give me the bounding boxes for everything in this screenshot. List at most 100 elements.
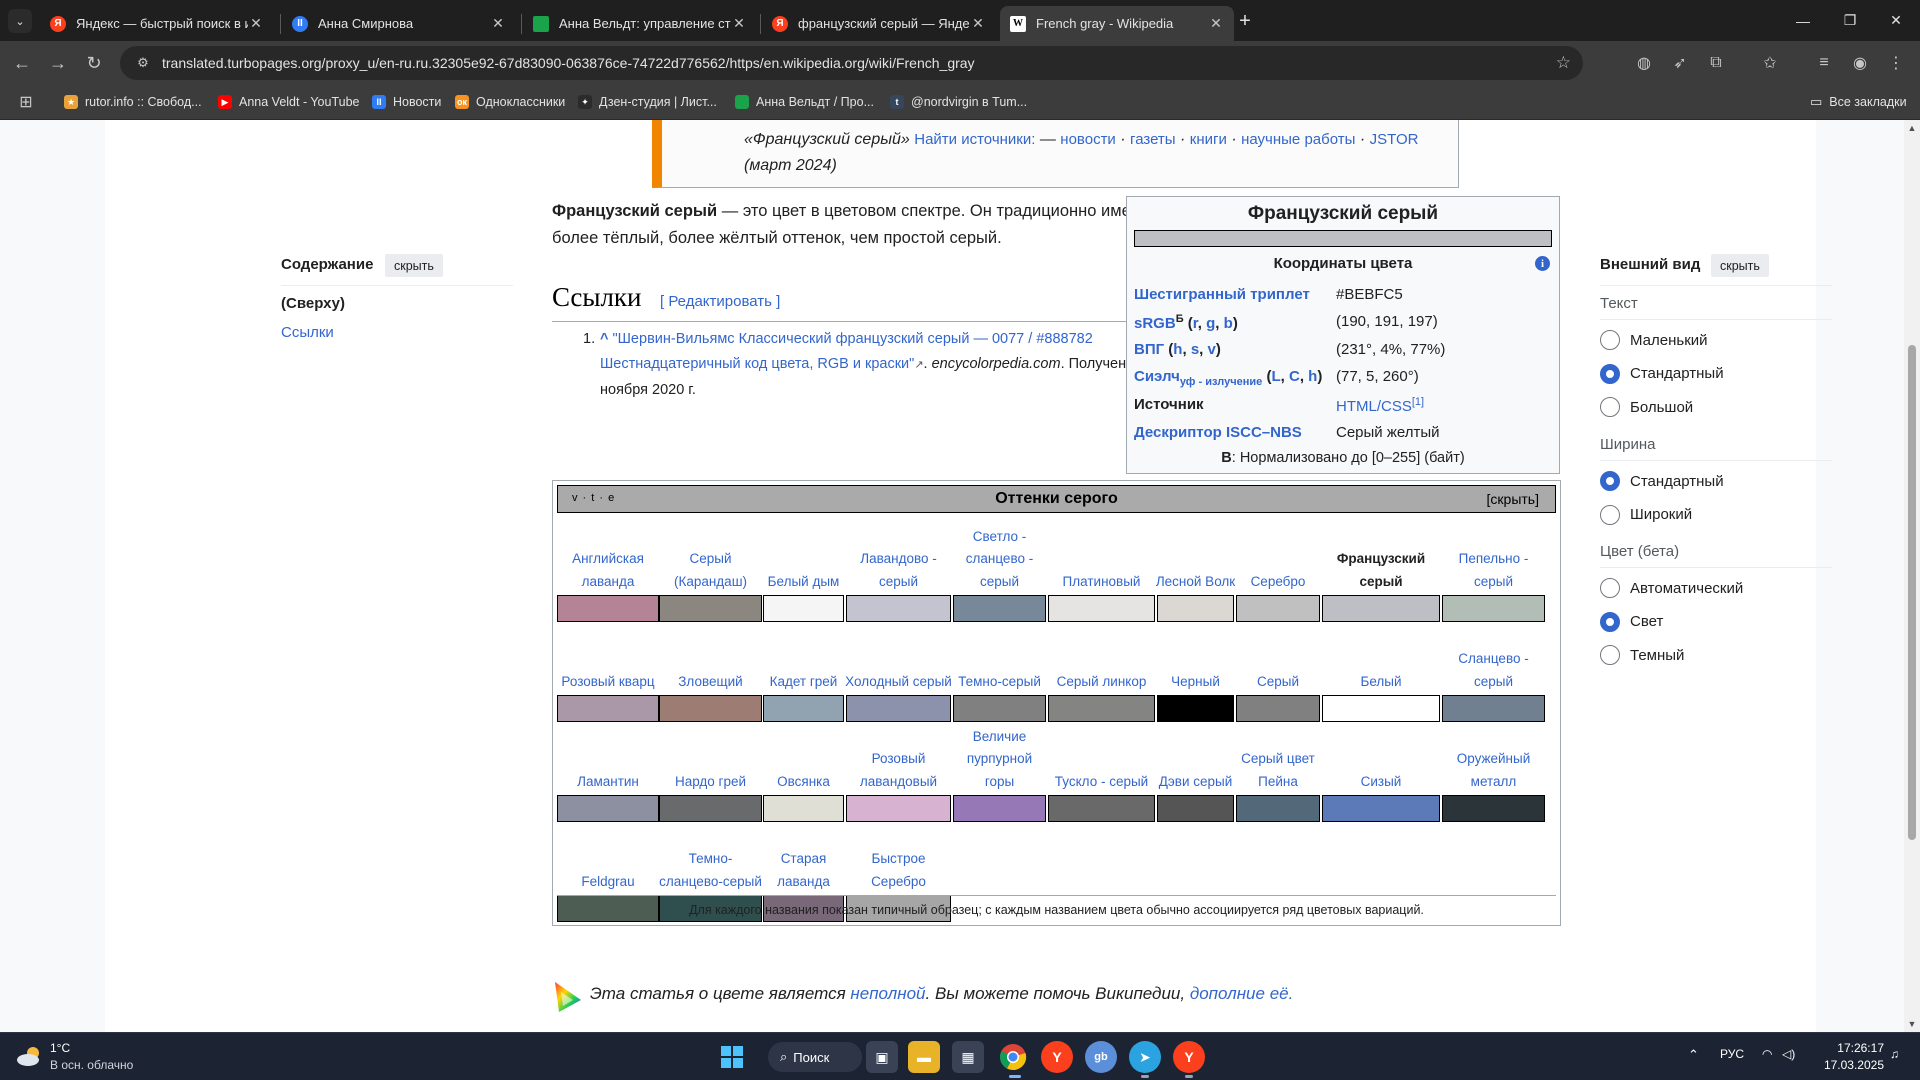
infobox-coord-link[interactable]: g [1206,315,1215,332]
navbox-color-link[interactable]: Холодный серый [844,625,953,693]
navbox-hide-button[interactable]: [скрыть] [1487,491,1539,507]
all-bookmarks-button[interactable]: ▭ Все закладки [1810,92,1907,112]
navbox-color-link[interactable]: Серый цвет Пейна [1234,725,1322,793]
notice-source-link[interactable]: газеты [1130,131,1176,148]
browser-tab[interactable]: Яфранцузский серый — Яндекс ✕ [762,6,996,41]
navbox-color-link[interactable]: Пепельно - серый [1440,525,1547,593]
appearance-option[interactable]: Темный [1600,644,1684,666]
bookmark-item[interactable]: ✦ Дзен-студия | Лист... [578,92,717,112]
toc-item-links[interactable]: Ссылки [281,324,334,341]
back-button[interactable]: ← [8,49,36,77]
navbox-color-link[interactable]: Сланцево - серый [1440,625,1547,693]
browser-tab[interactable]: Анна Вельдт: управление стра ✕ [523,6,757,41]
site-info-icon[interactable]: ⚙ [134,54,152,72]
radio-button[interactable] [1600,471,1620,491]
navbox-color-link[interactable]: Лесной Волк [1155,525,1236,593]
toc-hide-button[interactable]: скрыть [385,254,443,277]
appearance-option[interactable]: Автоматический [1600,577,1743,599]
close-tab-icon[interactable]: ✕ [1208,15,1224,32]
radio-button[interactable] [1600,330,1620,350]
appearance-option[interactable]: Маленький [1600,329,1708,351]
infobox-key-label[interactable]: Дескриптор ISCC–NBS [1134,424,1302,441]
close-tab-icon[interactable]: ✕ [970,15,986,32]
infobox-coord-link[interactable]: s [1191,341,1199,358]
store-button[interactable]: ▦ [952,1041,984,1073]
appearance-option[interactable]: Стандартный [1600,363,1724,385]
bookmark-item[interactable]: Анна Вельдт / Про... [735,92,874,112]
infobox-key-label[interactable]: ВПГ [1134,341,1164,358]
bookmark-item[interactable]: ок Одноклассники [455,92,565,112]
navbox-color-link[interactable]: Зловещий [657,625,764,693]
citation-link[interactable]: [1] [1412,396,1424,408]
ref-backlink[interactable]: ^ [600,331,608,347]
volume-icon[interactable]: ◁) [1782,1047,1795,1061]
infobox-key[interactable]: sRGBБ (r, g, b) [1134,313,1238,332]
navbox-color-link[interactable]: Серый [1234,625,1322,693]
tray-overflow-icon[interactable]: ⌃ [1688,1047,1699,1063]
browser-tab[interactable]: Я Яндекс — быстрый поиск в инт ✕ [40,6,274,41]
appearance-option[interactable]: Стандартный [1600,470,1724,492]
scrollbar-thumb[interactable] [1908,345,1916,840]
start-button[interactable] [716,1041,748,1073]
appearance-hide-button[interactable]: скрыть [1711,254,1769,277]
navbox-color-link[interactable]: Серебро [1234,525,1322,593]
infobox-coord-link[interactable]: b [1224,315,1233,332]
navbox-color-link[interactable]: Белый дым [761,525,846,593]
navbox-color-link[interactable]: Розовый кварц [555,625,661,693]
radio-button[interactable] [1600,504,1620,525]
navbox-color-link[interactable]: Нардо грей [657,725,764,793]
forward-button[interactable]: → [44,49,72,77]
profile-avatar-icon[interactable]: ◉ [1848,51,1872,75]
navbox-color-link[interactable]: Ламантин [555,725,661,793]
infobox-value-text[interactable]: HTML/CSS [1336,398,1412,415]
stub-incomplete-link[interactable]: неполной [850,984,925,1003]
reload-button[interactable]: ↻ [80,49,108,77]
scroll-down-icon[interactable]: ▼ [1904,1016,1920,1032]
navbox-color-link[interactable]: Розовый лавандовый [844,725,953,793]
bookmark-item[interactable]: ★ rutor.info :: Свобод... [64,92,202,112]
clock-time[interactable]: 17:26:17 [1824,1041,1884,1055]
navbox-color-link[interactable]: Feldgrau [555,825,661,893]
section-edit-link[interactable]: [ Редактировать ] [660,293,780,310]
url-text[interactable]: translated.turbopages.org/proxy_u/en-ru.… [162,55,975,71]
radio-button[interactable] [1600,578,1620,598]
navbox-color-link[interactable]: Кадет грей [761,625,846,693]
app-gb-button[interactable]: gb [1085,1041,1117,1073]
infobox-coord-link[interactable]: r [1193,315,1198,332]
task-view-button[interactable]: ▣ [866,1041,898,1073]
bookmark-star-icon[interactable]: ☆ [1556,53,1571,73]
navbox-color-link[interactable]: Английская лаванда [555,525,661,593]
navbox-color-link[interactable]: Темно-серый [951,625,1048,693]
bookmark-item[interactable]: t @nordvirgin в Tum... [890,92,1027,112]
weather-cloud-icon[interactable] [16,1045,44,1067]
infobox-key-label[interactable]: sRGB [1134,315,1176,332]
notice-source-link[interactable]: JSTOR [1370,131,1419,148]
kebab-menu-icon[interactable]: ⋮ [1884,51,1908,75]
radio-button[interactable] [1600,645,1620,665]
notice-source-link[interactable]: книги [1190,131,1227,148]
infobox-key[interactable]: Сиэлчуф - излучение (L, C, h) [1134,368,1322,388]
page-scrollbar[interactable]: ▲ ▼ [1904,120,1920,1032]
navbox-color-link[interactable]: Оружейный металл [1440,725,1547,793]
language-indicator[interactable]: РУС [1720,1047,1744,1061]
yandex-browser-button[interactable]: Y [1041,1041,1073,1073]
weather-temperature[interactable]: 1°C [50,1041,70,1055]
favorites-icon[interactable]: ✩ [1758,51,1782,75]
infobox-coord-link[interactable]: C [1289,368,1300,385]
toc-item-top[interactable]: (Сверху) [281,295,345,312]
clock-date[interactable]: 17.03.2025 [1808,1058,1884,1072]
extensions-icon[interactable]: ⧉ [1704,51,1728,75]
navbox-color-link[interactable]: Величие пурпурной горы [951,725,1048,793]
bookmark-item[interactable]: II Новости [372,92,441,112]
infobox-coord-link[interactable]: L [1271,368,1280,385]
infobox-key[interactable]: Шестигранный триплет [1134,286,1310,303]
appearance-option[interactable]: Широкий [1600,504,1692,526]
browser-tab[interactable]: II Анна Смирнова ✕ [282,6,516,41]
new-tab-button[interactable]: + [1232,8,1258,34]
notifications-bell-icon[interactable]: ♫ [1890,1047,1899,1061]
edit-label[interactable]: [ Редактировать ] [660,293,780,310]
navbox-color-link[interactable]: Лавандово - серый [844,525,953,593]
infobox-coord-link[interactable]: h [1308,368,1317,385]
translate-icon[interactable]: ◍ [1632,51,1656,75]
navbox-color-link[interactable]: Белый [1320,625,1442,693]
